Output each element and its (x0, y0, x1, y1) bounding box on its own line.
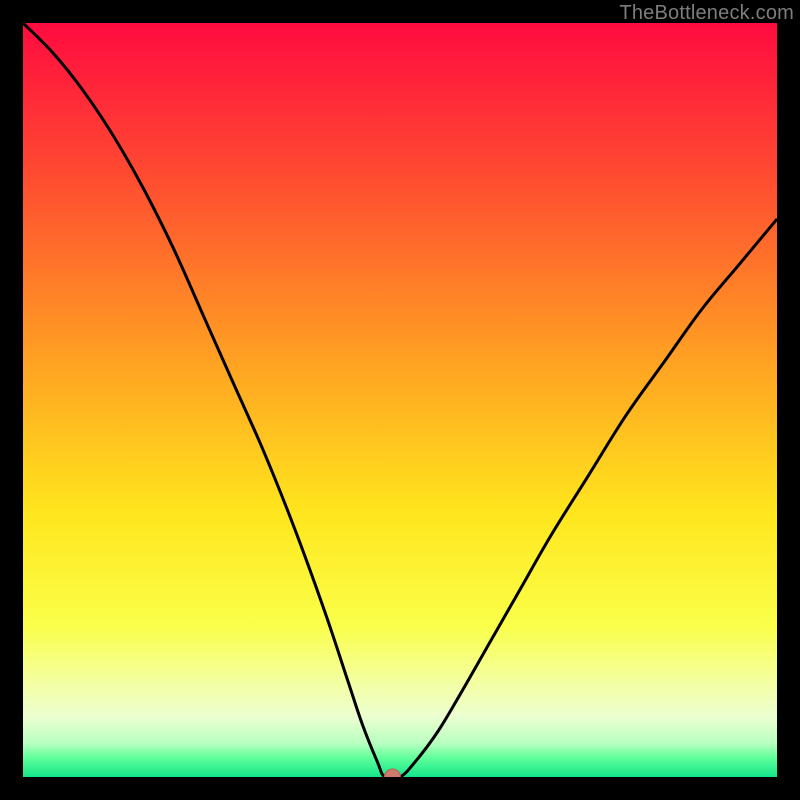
gradient-background (23, 23, 777, 777)
watermark-text: TheBottleneck.com (619, 2, 794, 25)
bottleneck-chart (23, 23, 777, 777)
chart-frame: TheBottleneck.com (0, 0, 800, 800)
plot-area (23, 23, 777, 777)
